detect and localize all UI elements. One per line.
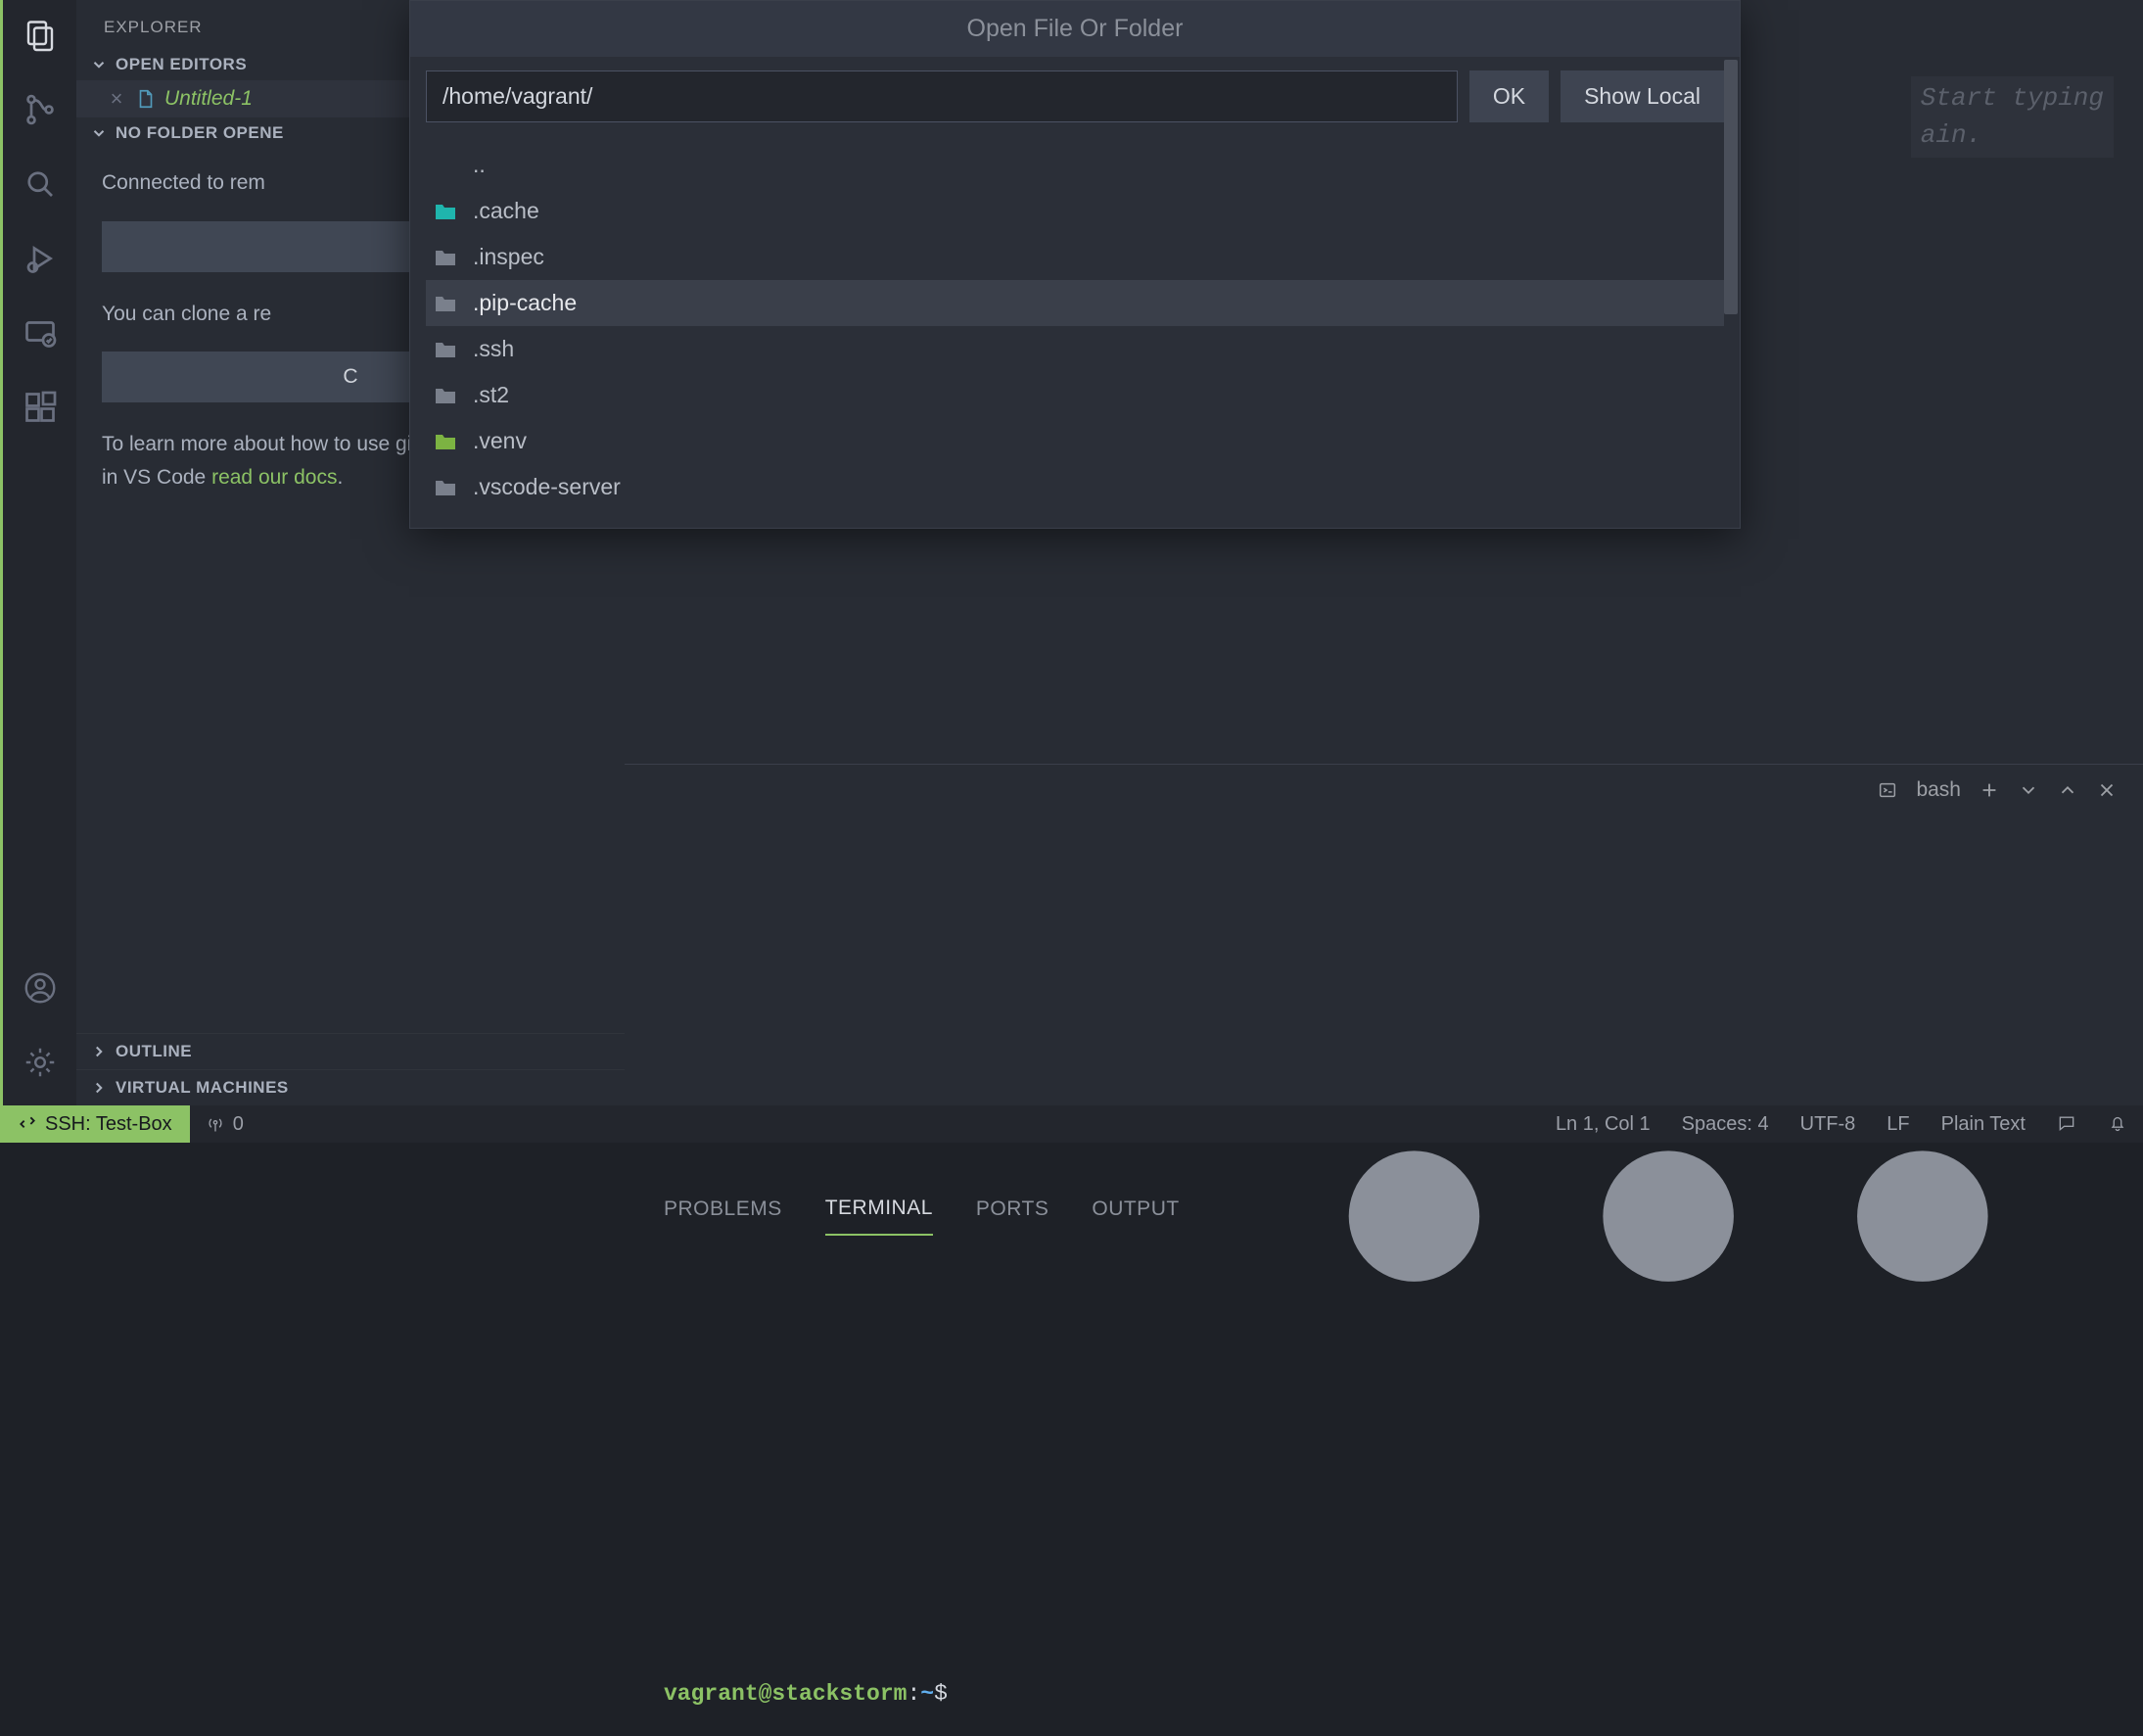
language-mode[interactable]: Plain Text [1926, 1113, 2041, 1136]
indentation-status[interactable]: Spaces: 4 [1666, 1113, 1785, 1136]
no-folder-label: NO FOLDER OPENE [116, 123, 284, 143]
directory-item[interactable]: .ssh [426, 326, 1724, 372]
bottom-panel: PROBLEMS TERMINAL PORTS OUTPUT bash vagr… [625, 764, 2143, 1105]
remote-explorer-icon[interactable] [17, 309, 64, 356]
directory-item[interactable]: .pip-cache [426, 280, 1724, 326]
directory-name: .vscode-server [473, 474, 621, 500]
remote-label: SSH: Test-Box [45, 1113, 172, 1136]
accounts-icon[interactable] [17, 964, 64, 1011]
radio-tower-icon [206, 1114, 225, 1134]
maximize-panel-icon[interactable] [2057, 779, 2078, 801]
encoding-status[interactable]: UTF-8 [1785, 1113, 1872, 1136]
notifications-icon[interactable] [2092, 1113, 2143, 1133]
virtual-machines-label: VIRTUAL MACHINES [116, 1078, 289, 1098]
terminal-path: ~ [920, 1681, 934, 1707]
tab-terminal[interactable]: TERMINAL [825, 1196, 933, 1236]
remote-status[interactable]: SSH: Test-Box [0, 1105, 190, 1143]
panel-more-icon[interactable] [1233, 780, 2104, 1652]
outline-label: OUTLINE [116, 1042, 192, 1061]
directory-name: .cache [473, 198, 539, 224]
learn-more-suffix: . [338, 466, 344, 489]
tab-ports[interactable]: PORTS [976, 1197, 1048, 1235]
outline-section[interactable]: OUTLINE [76, 1033, 625, 1069]
eol-status[interactable]: LF [1871, 1113, 1925, 1136]
folder-icon [434, 478, 457, 497]
directory-item[interactable]: .inspec [426, 234, 1724, 280]
directory-item[interactable]: .vscode-server [426, 464, 1724, 510]
folder-icon [434, 340, 457, 359]
terminal-dropdown-icon[interactable] [2018, 779, 2039, 801]
open-editor-filename: Untitled-1 [164, 87, 253, 111]
sidebar-title: EXPLORER [104, 18, 203, 37]
ok-button[interactable]: OK [1469, 70, 1549, 122]
path-input[interactable] [426, 70, 1458, 122]
extensions-icon[interactable] [17, 384, 64, 431]
status-bar: SSH: Test-Box 0 Ln 1, Col 1 Spaces: 4 UT… [0, 1105, 2143, 1143]
source-control-icon[interactable] [17, 86, 64, 133]
new-terminal-icon[interactable] [1979, 779, 2000, 801]
directory-item[interactable]: .venv [426, 418, 1724, 464]
open-editors-label: OPEN EDITORS [116, 55, 247, 74]
directory-list: .. .cache .inspec .pip-cache .ssh .st2 .venv .v… [410, 136, 1740, 528]
directory-item[interactable]: .cache [426, 188, 1724, 234]
close-icon[interactable]: × [106, 86, 127, 112]
run-debug-icon[interactable] [17, 235, 64, 282]
terminal-dollar: $ [934, 1681, 948, 1707]
remote-indicator-icon [18, 1114, 37, 1134]
scrollbar-thumb[interactable] [1724, 60, 1738, 314]
editor-placeholder: Start typing ain. [1911, 76, 2114, 158]
explorer-icon[interactable] [17, 12, 64, 59]
directory-item[interactable]: .. [426, 142, 1724, 188]
close-panel-icon[interactable] [2096, 779, 2118, 801]
ports-status[interactable]: 0 [190, 1105, 259, 1143]
directory-name: .. [473, 152, 486, 178]
folder-icon [434, 432, 457, 451]
directory-name: .venv [473, 428, 527, 454]
feedback-icon[interactable] [2041, 1113, 2092, 1133]
folder-icon [434, 294, 457, 313]
activity-bar [0, 0, 76, 1105]
open-file-dialog: Open File Or Folder OK Show Local .. .cac… [409, 0, 1741, 529]
cursor-position[interactable]: Ln 1, Col 1 [1540, 1113, 1666, 1136]
terminal-user: vagrant@stackstorm [664, 1681, 907, 1707]
directory-name: .ssh [473, 336, 514, 362]
dialog-title: Open File Or Folder [410, 1, 1740, 57]
directory-item[interactable]: .st2 [426, 372, 1724, 418]
terminal-profile-icon[interactable] [1877, 779, 1898, 801]
terminal-body[interactable]: vagrant@stackstorm:~$ [625, 1652, 2143, 1736]
tab-output[interactable]: OUTPUT [1092, 1197, 1179, 1235]
folder-icon [434, 202, 457, 221]
shell-name[interactable]: bash [1916, 778, 1961, 802]
directory-name: .st2 [473, 382, 509, 408]
tab-problems[interactable]: PROBLEMS [664, 1197, 782, 1235]
folder-icon [434, 248, 457, 267]
folder-icon [434, 386, 457, 405]
read-docs-link[interactable]: read our docs [211, 466, 337, 489]
ports-count: 0 [233, 1113, 244, 1136]
virtual-machines-section[interactable]: VIRTUAL MACHINES [76, 1069, 625, 1105]
directory-name: .pip-cache [473, 290, 577, 316]
settings-gear-icon[interactable] [17, 1039, 64, 1086]
directory-name: .inspec [473, 244, 544, 270]
show-local-button[interactable]: Show Local [1561, 70, 1724, 122]
file-icon [135, 88, 157, 110]
search-icon[interactable] [17, 161, 64, 208]
